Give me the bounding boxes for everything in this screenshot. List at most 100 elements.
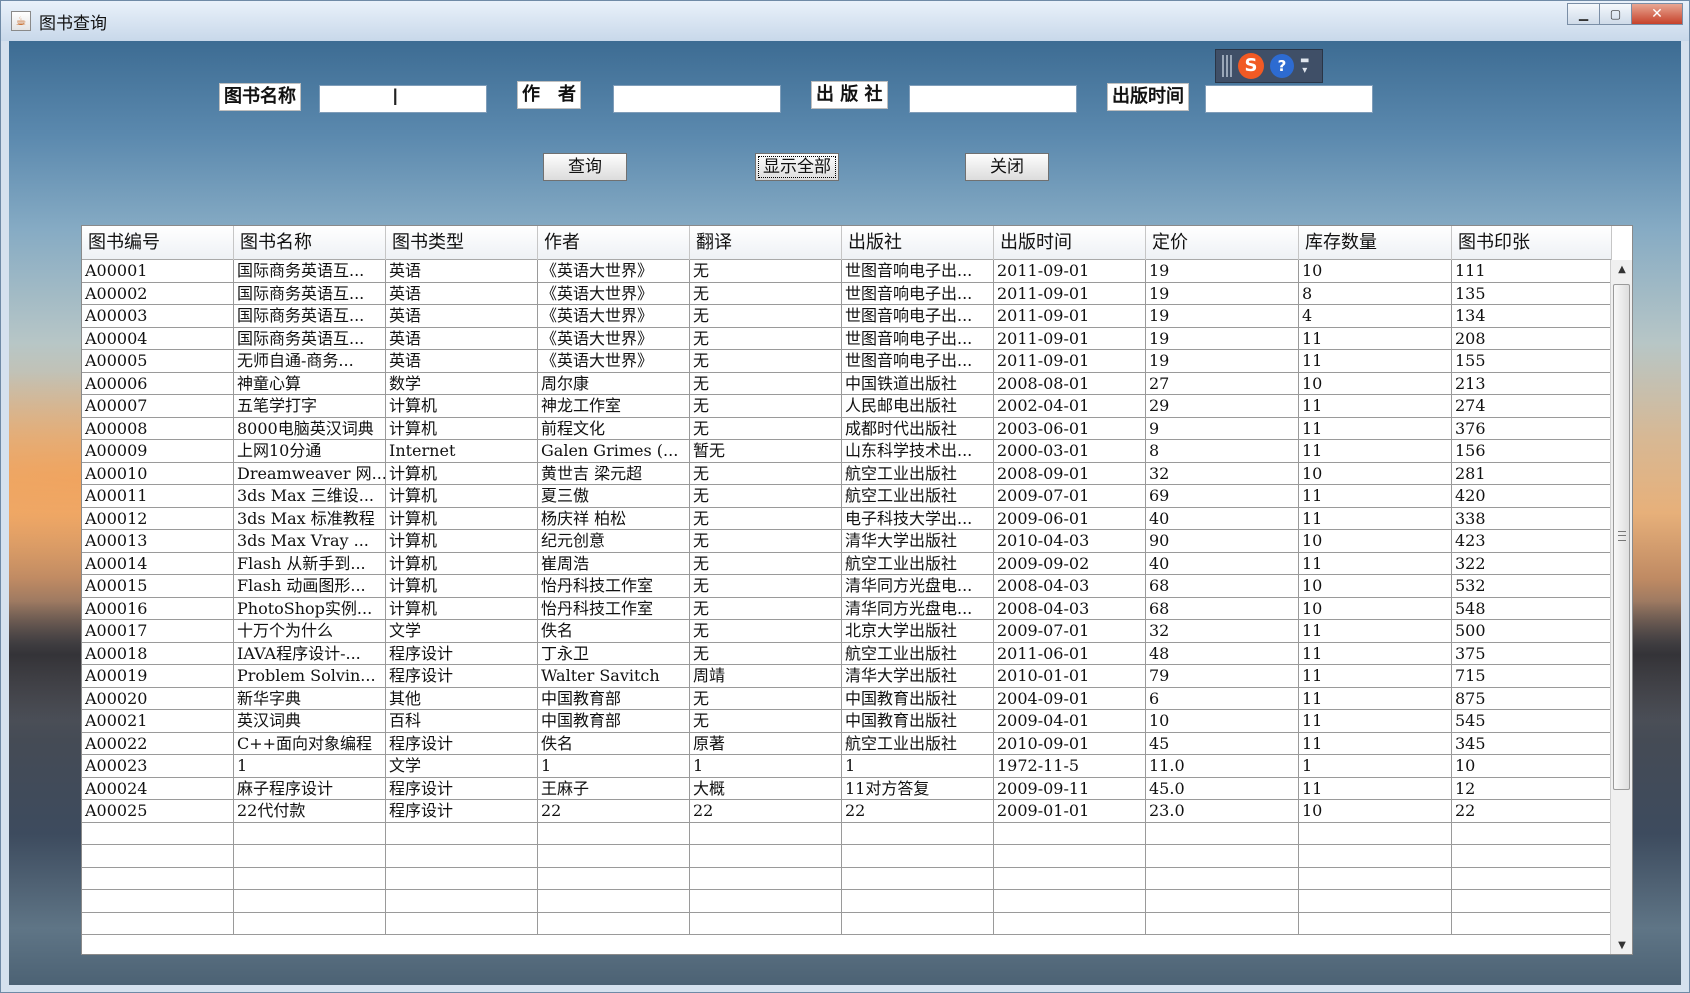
column-header[interactable]: 定价: [1146, 226, 1299, 260]
table-cell[interactable]: [538, 890, 690, 912]
table-cell[interactable]: 世图音响电子出...: [842, 260, 994, 282]
table-cell[interactable]: 航空工业出版社: [842, 485, 994, 507]
table-cell[interactable]: 英语: [386, 327, 538, 350]
table-cell[interactable]: 纪元创意: [538, 530, 690, 552]
scroll-up-icon[interactable]: ▲: [1611, 260, 1632, 280]
table-cell[interactable]: 135: [1452, 282, 1612, 305]
table-cell[interactable]: 22: [690, 800, 842, 822]
table-row[interactable]: A00014 Flash 从新手到... 计算机 崔周浩无航空工业出版社 2009-09…: [82, 552, 1612, 575]
table-cell[interactable]: [994, 845, 1146, 867]
table-cell[interactable]: 2010-09-01: [994, 732, 1146, 755]
close-window-button[interactable]: ✕: [1631, 3, 1683, 25]
table-cell[interactable]: 佚名: [538, 732, 690, 755]
table-cell[interactable]: 155: [1452, 350, 1612, 372]
table-cell[interactable]: 北京大学出版社: [842, 620, 994, 642]
column-header[interactable]: 图书印张: [1452, 226, 1612, 260]
table-cell[interactable]: A00012: [82, 507, 234, 530]
table-cell[interactable]: 11: [1299, 642, 1452, 665]
table-cell[interactable]: 1: [1299, 755, 1452, 777]
table-cell[interactable]: 27: [1146, 372, 1299, 395]
table-cell[interactable]: 程序设计: [386, 732, 538, 755]
table-cell[interactable]: 无: [690, 530, 842, 552]
table-cell[interactable]: [1146, 867, 1299, 890]
table-cell[interactable]: 6: [1146, 687, 1299, 710]
table-cell[interactable]: 1: [538, 755, 690, 777]
table-cell[interactable]: A00013: [82, 530, 234, 552]
table-cell[interactable]: 国际商务英语互...: [234, 282, 386, 305]
table-cell[interactable]: 9: [1146, 417, 1299, 440]
table-cell[interactable]: [234, 845, 386, 867]
table-cell[interactable]: [690, 912, 842, 935]
table-cell[interactable]: 10: [1299, 260, 1452, 282]
table-cell[interactable]: 山东科学技术出...: [842, 440, 994, 462]
table-cell[interactable]: A00017: [82, 620, 234, 642]
table-cell[interactable]: [1452, 867, 1612, 890]
table-cell[interactable]: 大概: [690, 777, 842, 800]
table-cell[interactable]: 68: [1146, 575, 1299, 597]
table-cell[interactable]: A00025: [82, 800, 234, 822]
table-cell[interactable]: 2011-09-01: [994, 327, 1146, 350]
table-cell[interactable]: 程序设计: [386, 642, 538, 665]
table-cell[interactable]: [842, 912, 994, 935]
column-header[interactable]: 库存数量: [1299, 226, 1452, 260]
table-cell[interactable]: 中国铁道出版社: [842, 372, 994, 395]
table-cell[interactable]: 2010-01-01: [994, 665, 1146, 687]
title-bar[interactable]: ☕ 图书查询 ▁ ▢ ✕: [1, 1, 1689, 41]
column-header[interactable]: 出版社: [842, 226, 994, 260]
table-cell[interactable]: 清华大学出版社: [842, 665, 994, 687]
table-cell[interactable]: [690, 890, 842, 912]
table-cell[interactable]: 中国教育部: [538, 710, 690, 732]
table-cell[interactable]: 文学: [386, 620, 538, 642]
table-cell[interactable]: A00003: [82, 305, 234, 327]
vertical-scrollbar[interactable]: ▲ ▼: [1610, 260, 1632, 954]
column-header[interactable]: 图书类型: [386, 226, 538, 260]
table-cell[interactable]: A00010: [82, 462, 234, 485]
table-cell[interactable]: 清华同方光盘电...: [842, 575, 994, 597]
table-cell[interactable]: 548: [1452, 597, 1612, 620]
table-cell[interactable]: 11: [1299, 687, 1452, 710]
table-cell[interactable]: 五笔学打字: [234, 395, 386, 417]
column-header[interactable]: 图书编号: [82, 226, 234, 260]
scroll-down-icon[interactable]: ▼: [1611, 936, 1632, 954]
table-cell[interactable]: 12: [1452, 777, 1612, 800]
table-cell[interactable]: Flash 从新手到...: [234, 552, 386, 575]
table-cell[interactable]: 11: [1299, 732, 1452, 755]
table-cell[interactable]: 崔周浩: [538, 552, 690, 575]
table-cell[interactable]: A00004: [82, 327, 234, 350]
table-cell[interactable]: 无: [690, 282, 842, 305]
table-row[interactable]: [82, 912, 1612, 935]
table-cell[interactable]: 11: [1299, 552, 1452, 575]
table-cell[interactable]: [1146, 822, 1299, 845]
table-cell[interactable]: 10: [1146, 710, 1299, 732]
table-row[interactable]: A00019 Problem Solvin... 程序设计 Walter Savitc…: [82, 665, 1612, 688]
table-cell[interactable]: 人民邮电出版社: [842, 395, 994, 417]
table-cell[interactable]: 无: [690, 575, 842, 597]
table-cell[interactable]: 无: [690, 372, 842, 395]
table-cell[interactable]: 怡丹科技工作室: [538, 575, 690, 597]
table-cell[interactable]: Flash 动画图形...: [234, 575, 386, 597]
table-cell[interactable]: 11: [1299, 485, 1452, 507]
table-cell[interactable]: [994, 890, 1146, 912]
table-cell[interactable]: 无: [690, 710, 842, 732]
table-cell[interactable]: 134: [1452, 305, 1612, 327]
scroll-thumb[interactable]: [1613, 284, 1630, 790]
table-cell[interactable]: 19: [1146, 327, 1299, 350]
table-cell[interactable]: 无: [690, 687, 842, 710]
table-cell[interactable]: 40: [1146, 552, 1299, 575]
table-row[interactable]: A00007 五笔学打字 计算机 神龙工作室无人民邮电出版社 2002-04-01 29 1…: [82, 395, 1612, 418]
table-cell[interactable]: Dreamweaver 网...: [234, 462, 386, 485]
table-cell[interactable]: A00024: [82, 777, 234, 800]
table-cell[interactable]: 计算机: [386, 575, 538, 597]
table-cell[interactable]: 英语: [386, 260, 538, 282]
table-cell[interactable]: 2008-04-03: [994, 575, 1146, 597]
table-cell[interactable]: [1452, 822, 1612, 845]
table-cell[interactable]: [234, 890, 386, 912]
table-cell[interactable]: 航空工业出版社: [842, 732, 994, 755]
table-cell[interactable]: 2003-06-01: [994, 417, 1146, 440]
table-cell[interactable]: 无师自通-商务...: [234, 350, 386, 372]
table-cell[interactable]: 清华同方光盘电...: [842, 597, 994, 620]
table-cell[interactable]: 原著: [690, 732, 842, 755]
table-cell[interactable]: A00023: [82, 755, 234, 777]
table-cell[interactable]: [1452, 890, 1612, 912]
table-cell[interactable]: 程序设计: [386, 800, 538, 822]
